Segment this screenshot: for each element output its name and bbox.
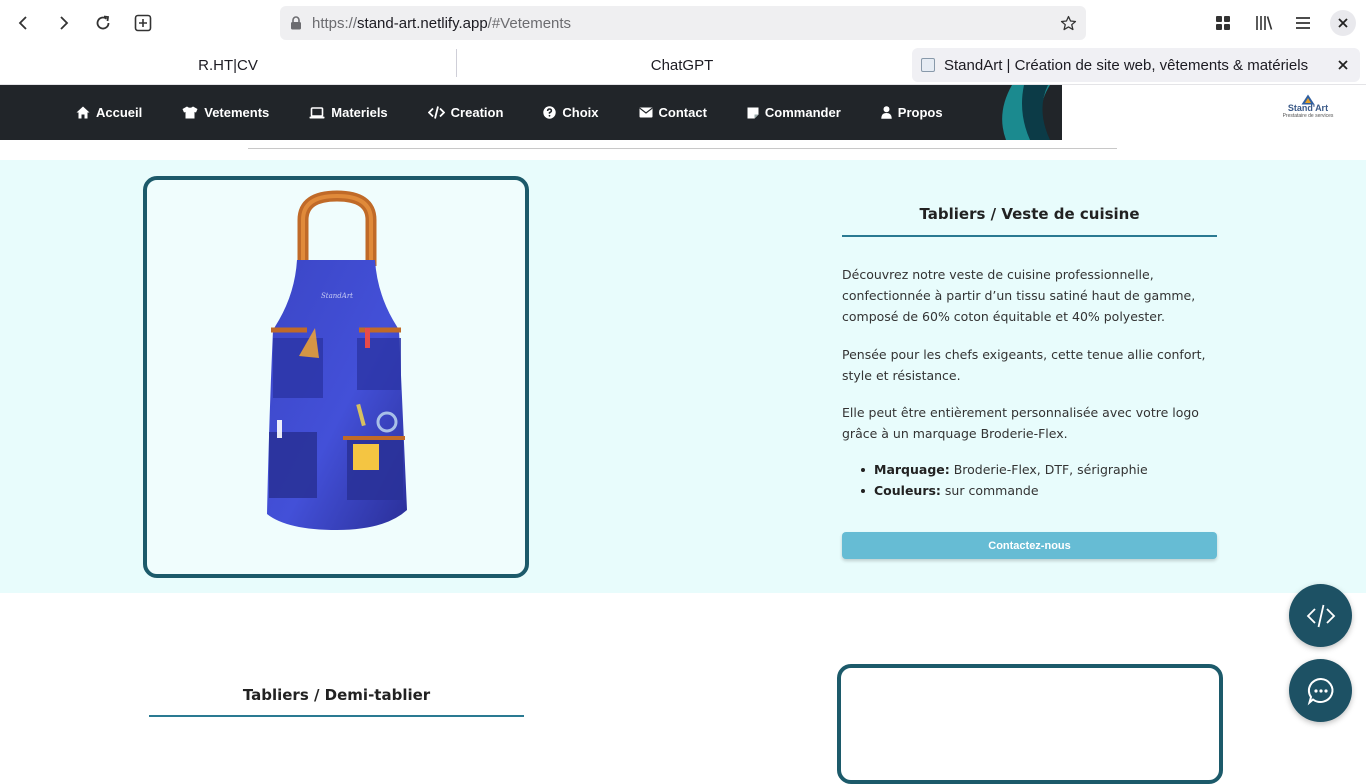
product-details: Tabliers / Veste de cuisine Découvrez no…	[842, 196, 1217, 559]
plus-square-icon	[134, 14, 152, 32]
hamburger-icon	[1296, 17, 1310, 29]
nav-item-label: Creation	[450, 105, 504, 120]
bookmark-star-icon[interactable]	[1058, 13, 1078, 33]
product-image-frame: StandArt	[143, 176, 529, 578]
nav-item-commander[interactable]: Commander	[747, 105, 841, 120]
site-navbar: Accueil Vetements Materiels Creation Cho…	[0, 85, 1366, 140]
product-description-1: Découvrez notre veste de cuisine profess…	[842, 267, 1196, 324]
nav-item-label: Accueil	[96, 105, 143, 120]
tab-title: StandArt | Création de site web, vêtemen…	[944, 56, 1309, 74]
close-icon	[1330, 10, 1356, 36]
nav-item-vetements[interactable]: Vetements	[182, 105, 269, 120]
laptop-icon	[309, 106, 325, 118]
arrow-right-icon	[60, 16, 69, 30]
section-divider	[248, 148, 1117, 149]
nav-item-label: Materiels	[331, 105, 388, 120]
apron-image: StandArt	[267, 190, 407, 530]
reload-button[interactable]	[88, 8, 118, 38]
product-specs: Marquage: Broderie-Flex, DTF, sérigraphi…	[842, 459, 1217, 501]
address-bar[interactable]: https://stand-art.netlify.app/#Vetements	[280, 6, 1086, 40]
url-scheme: https://	[312, 14, 358, 32]
product2-title: Tabliers / Demi-tablier	[149, 676, 524, 717]
logo-mark-icon	[1301, 94, 1315, 105]
product-description-3: Elle peut être entièrement personnalisée…	[842, 405, 1199, 441]
arrow-left-icon	[18, 16, 27, 30]
favicon-icon	[921, 58, 935, 72]
spec-couleurs: Couleurs: sur commande	[842, 480, 1217, 501]
tab-rht-cv[interactable]: R.HT|CV	[0, 45, 456, 85]
envelope-icon	[638, 107, 653, 118]
spec-marquage: Marquage: Broderie-Flex, DTF, sérigraphi…	[842, 459, 1217, 480]
chat-fab-button[interactable]	[1289, 659, 1352, 722]
url-host: stand-art.netlify.app	[357, 14, 488, 32]
nav-item-choix[interactable]: Choix	[543, 105, 599, 120]
brand-logo[interactable]: Stand'Art Prestataire de services	[1280, 93, 1336, 135]
library-icon	[1256, 16, 1273, 30]
nav-item-label: Choix	[562, 105, 599, 120]
nav-item-propos[interactable]: Propos	[881, 105, 943, 120]
extensions-button[interactable]	[1208, 8, 1238, 38]
url-path: /#Vetements	[487, 14, 572, 32]
nav-item-label: Propos	[897, 105, 943, 120]
back-button[interactable]	[9, 8, 39, 38]
nav-item-accueil[interactable]: Accueil	[76, 105, 142, 120]
tab-strip: R.HT|CV ChatGPT StandArt | Création de s…	[0, 45, 1366, 85]
tab-title: ChatGPT	[650, 56, 714, 74]
library-button[interactable]	[1249, 8, 1279, 38]
code-icon	[427, 106, 445, 119]
url-text: https://stand-art.netlify.app/#Vetements	[312, 15, 571, 32]
contact-button[interactable]: Contactez-nous	[842, 532, 1217, 559]
nav-item-label: Vetements	[204, 105, 270, 120]
lock-icon	[289, 15, 303, 31]
nav-item-label: Commander	[764, 105, 841, 120]
product-description-2: Pensée pour les chefs exigeants, cette t…	[842, 347, 1206, 383]
question-icon	[543, 106, 557, 119]
svg-text:StandArt: StandArt	[321, 292, 353, 300]
logo-subtitle: Prestataire de services	[1282, 113, 1334, 119]
user-icon	[881, 106, 892, 119]
reload-icon	[96, 15, 110, 30]
new-tab-button[interactable]	[128, 8, 158, 38]
product-title: Tabliers / Veste de cuisine	[842, 196, 1217, 237]
forward-button[interactable]	[48, 8, 78, 38]
code-icon	[1306, 604, 1335, 627]
code-fab-button[interactable]	[1289, 584, 1352, 647]
tab-close-icon[interactable]	[1334, 56, 1352, 74]
nav-item-creation[interactable]: Creation	[427, 105, 504, 120]
product2-image-frame	[837, 664, 1223, 784]
nav-item-contact[interactable]: Contact	[638, 105, 707, 120]
tab-standart[interactable]: StandArt | Création de site web, vêtemen…	[912, 48, 1360, 82]
tab-title: R.HT|CV	[198, 56, 258, 74]
home-icon	[76, 106, 90, 119]
spec-label: Marquage:	[874, 462, 950, 477]
shirt-icon	[182, 106, 198, 119]
menu-button[interactable]	[1288, 8, 1318, 38]
spec-value: Broderie-Flex, DTF, sérigraphie	[949, 462, 1148, 477]
tab-chatgpt[interactable]: ChatGPT	[457, 45, 907, 85]
close-window-button[interactable]	[1328, 8, 1358, 38]
grid-icon	[1216, 16, 1230, 30]
nav-item-materiels[interactable]: Materiels	[309, 105, 388, 120]
chat-icon	[1307, 677, 1333, 705]
note-icon	[747, 107, 759, 118]
browser-toolbar: https://stand-art.netlify.app/#Vetements	[0, 0, 1366, 45]
spec-label: Couleurs:	[874, 483, 941, 498]
nav-links: Accueil Vetements Materiels Creation Cho…	[76, 85, 983, 140]
nav-item-label: Contact	[658, 105, 707, 120]
spec-value: sur commande	[940, 483, 1039, 498]
